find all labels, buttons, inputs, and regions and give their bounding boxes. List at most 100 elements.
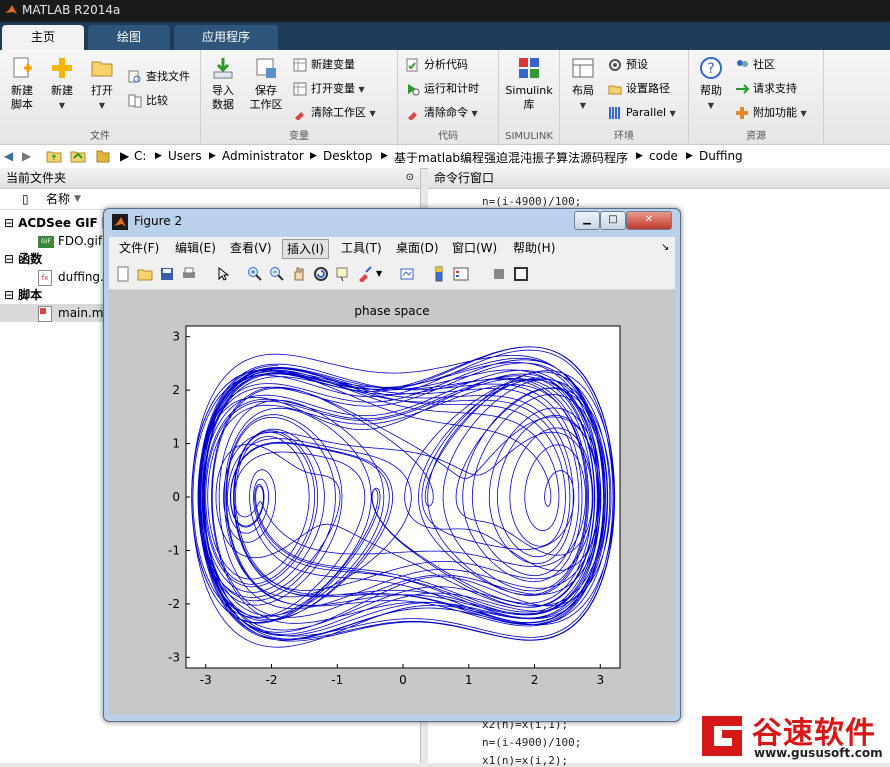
new-script-button[interactable]: 新建 脚本 (4, 56, 40, 112)
path-segment-desktop[interactable]: Desktop (323, 149, 373, 163)
save-workspace-button[interactable]: 保存 工作区 (245, 56, 287, 112)
current-folder-header: 当前文件夹 ⊙ (0, 168, 420, 189)
menu-insert[interactable]: 插入(I) (282, 239, 329, 259)
panel-menu-icon[interactable]: ⊙ (406, 168, 414, 188)
menu-view[interactable]: 查看(V) (226, 239, 276, 257)
menu-window[interactable]: 窗口(W) (448, 239, 501, 257)
menu-desktop[interactable]: 桌面(D) (392, 239, 443, 257)
save-icon[interactable] (159, 266, 175, 282)
addons-button[interactable]: 附加功能 ▼ (735, 104, 807, 122)
path-sep-icon: ▶ (209, 151, 216, 161)
path-segment-duffing[interactable]: Duffing (699, 149, 743, 163)
y-tick-label: 0 (172, 490, 180, 504)
link-plot-icon[interactable] (399, 266, 415, 282)
set-path-button[interactable]: 设置路径 (608, 80, 670, 98)
zoom-out-icon[interactable] (269, 266, 285, 282)
matlab-logo-icon (5, 5, 17, 14)
dock-arrow-icon[interactable]: ↘ (657, 239, 673, 257)
figure-title: Figure 2 (134, 214, 183, 228)
group-simulink: Simulink 库 SIMULINK (499, 50, 560, 144)
column-header[interactable]: ▯ 名称 ▼ (0, 189, 420, 210)
new-variable-button[interactable]: 新建变量 (293, 56, 355, 74)
menu-tools[interactable]: 工具(T) (337, 239, 386, 257)
compare-label: 比较 (146, 94, 168, 107)
plot-axes[interactable]: -3 -2 -1 0 1 2 3 3 2 1 0 -1 -2 -3 (109, 290, 675, 715)
zoom-in-icon[interactable] (247, 266, 263, 282)
help-label: 帮助 (700, 84, 722, 97)
menu-file[interactable]: 文件(F) (115, 239, 163, 257)
clear-workspace-button[interactable]: 清除工作区 ▼ (293, 104, 376, 122)
clear-commands-button[interactable]: 清除命令 ▼ (406, 104, 478, 122)
colorbar-icon[interactable] (431, 266, 447, 282)
menu-edit[interactable]: 编辑(E) (171, 239, 220, 257)
parallel-icon (609, 107, 620, 119)
community-label: 社区 (753, 58, 775, 71)
community-icon (737, 60, 748, 67)
path-segment-code[interactable]: code (649, 149, 678, 163)
file-item[interactable]: GIF FDO.gif (38, 232, 102, 250)
tab-plots[interactable]: 绘图 (88, 25, 170, 50)
open-button[interactable]: 打开 ▼ (84, 56, 120, 113)
x-tick-label: 0 (399, 673, 407, 687)
path-segment-c[interactable]: C: (134, 149, 146, 163)
new-button[interactable]: 新建 ▼ (44, 56, 80, 113)
tab-home[interactable]: 主页 (2, 25, 84, 50)
path-segment-administrator[interactable]: Administrator (222, 149, 304, 163)
pointer-icon[interactable] (215, 266, 231, 282)
import-data-button[interactable]: 导入 数据 (205, 56, 241, 112)
compare-button[interactable]: 比较 (128, 92, 168, 110)
menu-help[interactable]: 帮助(H) (509, 239, 559, 257)
legend-icon[interactable] (453, 266, 469, 282)
path-segment-project[interactable]: 基于matlab编程强迫混沌振子算法源码程序 (394, 149, 628, 166)
x-tick-label: 1 (465, 673, 473, 687)
help-button[interactable]: ? 帮助 ▼ (695, 56, 727, 113)
parallel-button[interactable]: Parallel ▼ (608, 104, 676, 122)
section-functions-label: 函数 (18, 252, 43, 266)
simulink-library-button[interactable]: Simulink 库 (503, 56, 555, 112)
show-tools-icon[interactable] (513, 266, 529, 282)
simulink-icon (519, 58, 539, 78)
tab-apps[interactable]: 应用程序 (174, 25, 278, 50)
svg-text:?: ? (707, 61, 714, 77)
y-tick-label: 2 (172, 383, 180, 397)
analyze-code-label: 分析代码 (424, 58, 468, 71)
forward-arrow-icon[interactable]: ▶ (22, 149, 31, 163)
open-variable-button[interactable]: 打开变量 ▼ (293, 80, 365, 98)
section-gif-label: ACDSee GIF 图 (18, 216, 114, 230)
browse-folder-icon[interactable] (70, 149, 86, 166)
run-time-button[interactable]: 运行和计时 (406, 80, 479, 98)
collapse-icon: ⊟ (4, 252, 15, 266)
minimize-button[interactable]: ▁ (574, 211, 600, 230)
open-file-icon[interactable] (137, 266, 153, 282)
hide-tools-icon[interactable] (491, 266, 507, 282)
command-window-title: 命令行窗口 (434, 171, 495, 185)
analyze-code-button[interactable]: 分析代码 (406, 56, 468, 74)
y-tick-label: -1 (168, 543, 180, 557)
x-tick-label: 3 (596, 673, 604, 687)
new-figure-icon[interactable] (115, 266, 131, 282)
new-script-icon (13, 57, 32, 78)
community-button[interactable]: 社区 (735, 56, 775, 74)
close-button[interactable]: ✕ (626, 211, 672, 230)
path-segment-users[interactable]: Users (168, 149, 202, 163)
preferences-button[interactable]: 预设 (608, 56, 648, 74)
rotate-3d-icon[interactable] (313, 266, 329, 282)
maximize-button[interactable]: □ (600, 211, 626, 230)
print-icon[interactable] (181, 266, 197, 282)
brush-dropdown-icon[interactable]: ▼ (376, 269, 382, 278)
script-file-icon (38, 305, 52, 322)
save-ws-label1: 保存 (255, 84, 277, 97)
up-folder-icon[interactable] (46, 149, 62, 166)
brush-icon (295, 112, 304, 120)
brush-icon[interactable] (357, 266, 373, 282)
pan-hand-icon[interactable] (291, 266, 307, 282)
request-support-button[interactable]: 请求支持 (735, 80, 797, 98)
new-label: 新建 (51, 84, 73, 97)
find-files-button[interactable]: 查找文件 (128, 68, 190, 86)
new-script-label2: 脚本 (11, 98, 33, 111)
data-cursor-icon[interactable] (335, 266, 351, 282)
figure-window[interactable]: Figure 2 ▁ □ ✕ 文件(F) 编辑(E) 查看(V) 插入(I) 工… (103, 208, 681, 722)
group-resources: ? 帮助 ▼ 社区 请求支持 附加功能 ▼ 资源 (689, 50, 824, 144)
layout-button[interactable]: 布局 ▼ (566, 56, 600, 113)
back-arrow-icon[interactable]: ◀ (4, 149, 13, 163)
